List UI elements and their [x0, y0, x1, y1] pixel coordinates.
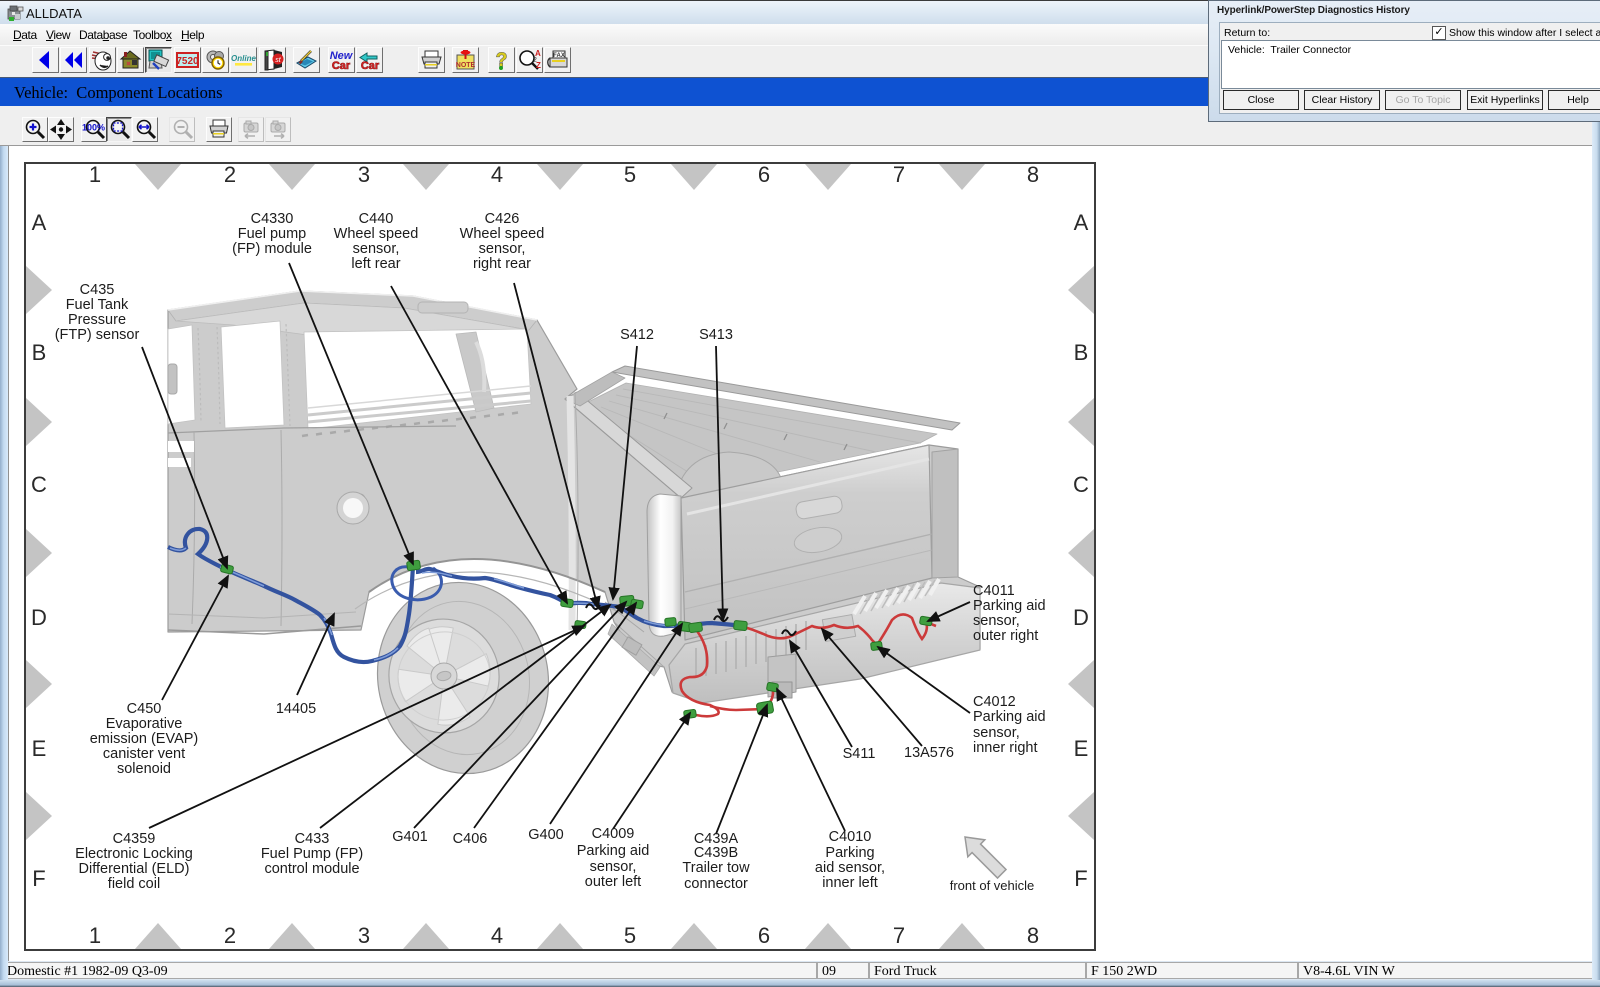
- svg-text:E: E: [32, 736, 47, 761]
- svg-text:Wheel speed: Wheel speed: [460, 226, 545, 242]
- svg-text:C426: C426: [485, 211, 520, 227]
- svg-text:C: C: [31, 472, 47, 497]
- svg-text:E: E: [1074, 736, 1089, 761]
- svg-text:inner left: inner left: [822, 875, 878, 891]
- svg-text:8: 8: [1027, 162, 1039, 187]
- svg-text:field coil: field coil: [108, 876, 160, 892]
- svg-text:G401: G401: [392, 829, 427, 845]
- svg-text:1: 1: [89, 923, 101, 948]
- svg-text:Electronic Locking: Electronic Locking: [75, 846, 193, 862]
- svg-text:F: F: [1074, 866, 1087, 891]
- svg-text:Parking aid: Parking aid: [973, 598, 1046, 614]
- svg-text:Online: Online: [231, 54, 256, 63]
- svg-text:Wheel speed: Wheel speed: [334, 226, 419, 242]
- svg-text:Pressure: Pressure: [68, 312, 126, 328]
- svg-text:canister vent: canister vent: [103, 746, 185, 762]
- svg-text:A: A: [1074, 210, 1089, 235]
- svg-text:4: 4: [491, 162, 503, 187]
- svg-text:C4011: C4011: [973, 583, 1015, 599]
- svg-text:5: 5: [624, 923, 636, 948]
- svg-text:sensor,: sensor,: [590, 859, 637, 875]
- svg-text:7: 7: [893, 923, 905, 948]
- svg-text:C433: C433: [295, 831, 330, 847]
- svg-text:100%: 100%: [82, 123, 105, 133]
- svg-text:C435: C435: [80, 282, 115, 298]
- svg-text:4: 4: [491, 923, 503, 948]
- svg-text:8: 8: [1027, 923, 1039, 948]
- svg-text:inner right: inner right: [973, 740, 1037, 756]
- svg-text:G400: G400: [528, 827, 563, 843]
- svg-text:A: A: [32, 210, 47, 235]
- svg-text:7520: 7520: [176, 56, 199, 67]
- svg-text:Fuel Pump (FP): Fuel Pump (FP): [261, 846, 363, 862]
- svg-text:B: B: [1074, 340, 1089, 365]
- svg-text:solenoid: solenoid: [117, 761, 171, 777]
- svg-text:Fuel Tank: Fuel Tank: [66, 297, 129, 313]
- svg-text:C406: C406: [453, 831, 488, 847]
- svg-text:Fuel pump: Fuel pump: [238, 226, 307, 242]
- svg-text:C: C: [1073, 472, 1089, 497]
- svg-text:emission (EVAP): emission (EVAP): [90, 731, 199, 747]
- svg-text:left rear: left rear: [351, 256, 400, 272]
- svg-text:3: 3: [358, 162, 370, 187]
- svg-text:NOTE: NOTE: [456, 62, 476, 69]
- svg-text:sensor,: sensor,: [973, 725, 1020, 741]
- svg-text:aid sensor,: aid sensor,: [815, 860, 885, 876]
- svg-text:S411: S411: [843, 746, 876, 762]
- svg-text:13A576: 13A576: [904, 745, 954, 761]
- svg-text:3: 3: [358, 923, 370, 948]
- svg-text:6: 6: [758, 162, 770, 187]
- svg-text:sensor,: sensor,: [353, 241, 400, 257]
- svg-text:Evaporative: Evaporative: [106, 716, 183, 732]
- svg-text:6: 6: [758, 923, 770, 948]
- svg-text:(FTP) sensor: (FTP) sensor: [55, 327, 140, 343]
- svg-text:D: D: [1073, 605, 1089, 630]
- svg-text:Car: Car: [332, 60, 351, 72]
- svg-text:5: 5: [624, 162, 636, 187]
- svg-text:Parking aid: Parking aid: [577, 843, 650, 859]
- svg-text:Trailer tow: Trailer tow: [682, 860, 750, 876]
- svg-text:C4009: C4009: [592, 826, 635, 842]
- svg-text:2: 2: [224, 923, 236, 948]
- svg-text:sensor,: sensor,: [973, 613, 1020, 629]
- svg-text:sensor,: sensor,: [479, 241, 526, 257]
- svg-text:B: B: [32, 340, 47, 365]
- svg-text:right rear: right rear: [473, 256, 531, 272]
- svg-text:Parking aid: Parking aid: [973, 709, 1046, 725]
- svg-text:(FP) module: (FP) module: [232, 241, 312, 257]
- svg-text:C450: C450: [127, 701, 162, 717]
- svg-text:connector: connector: [684, 876, 748, 892]
- svg-text:Car: Car: [361, 60, 380, 72]
- svg-text:D: D: [31, 605, 47, 630]
- svg-text:S412: S412: [620, 327, 654, 343]
- svg-text:C439B: C439B: [694, 845, 738, 861]
- svg-text:C4359: C4359: [113, 831, 156, 847]
- svg-text:front of vehicle: front of vehicle: [950, 878, 1035, 893]
- svg-text:C4012: C4012: [973, 694, 1016, 710]
- svg-text:14405: 14405: [276, 701, 316, 717]
- svg-text:C4010: C4010: [829, 829, 872, 845]
- svg-text:Parking: Parking: [825, 845, 874, 861]
- svg-text:control module: control module: [264, 861, 359, 877]
- svg-text:1: 1: [89, 162, 101, 187]
- svg-text:F: F: [32, 866, 45, 891]
- svg-text:Differential (ELD): Differential (ELD): [79, 861, 190, 877]
- svg-text:C4330: C4330: [251, 211, 294, 227]
- svg-text:S413: S413: [699, 327, 733, 343]
- svg-text:C440: C440: [359, 211, 394, 227]
- svg-text:outer right: outer right: [973, 628, 1038, 644]
- svg-text:2: 2: [533, 57, 537, 64]
- svg-text:2: 2: [224, 162, 236, 187]
- svg-text:7: 7: [893, 162, 905, 187]
- svg-text:outer left: outer left: [585, 874, 641, 890]
